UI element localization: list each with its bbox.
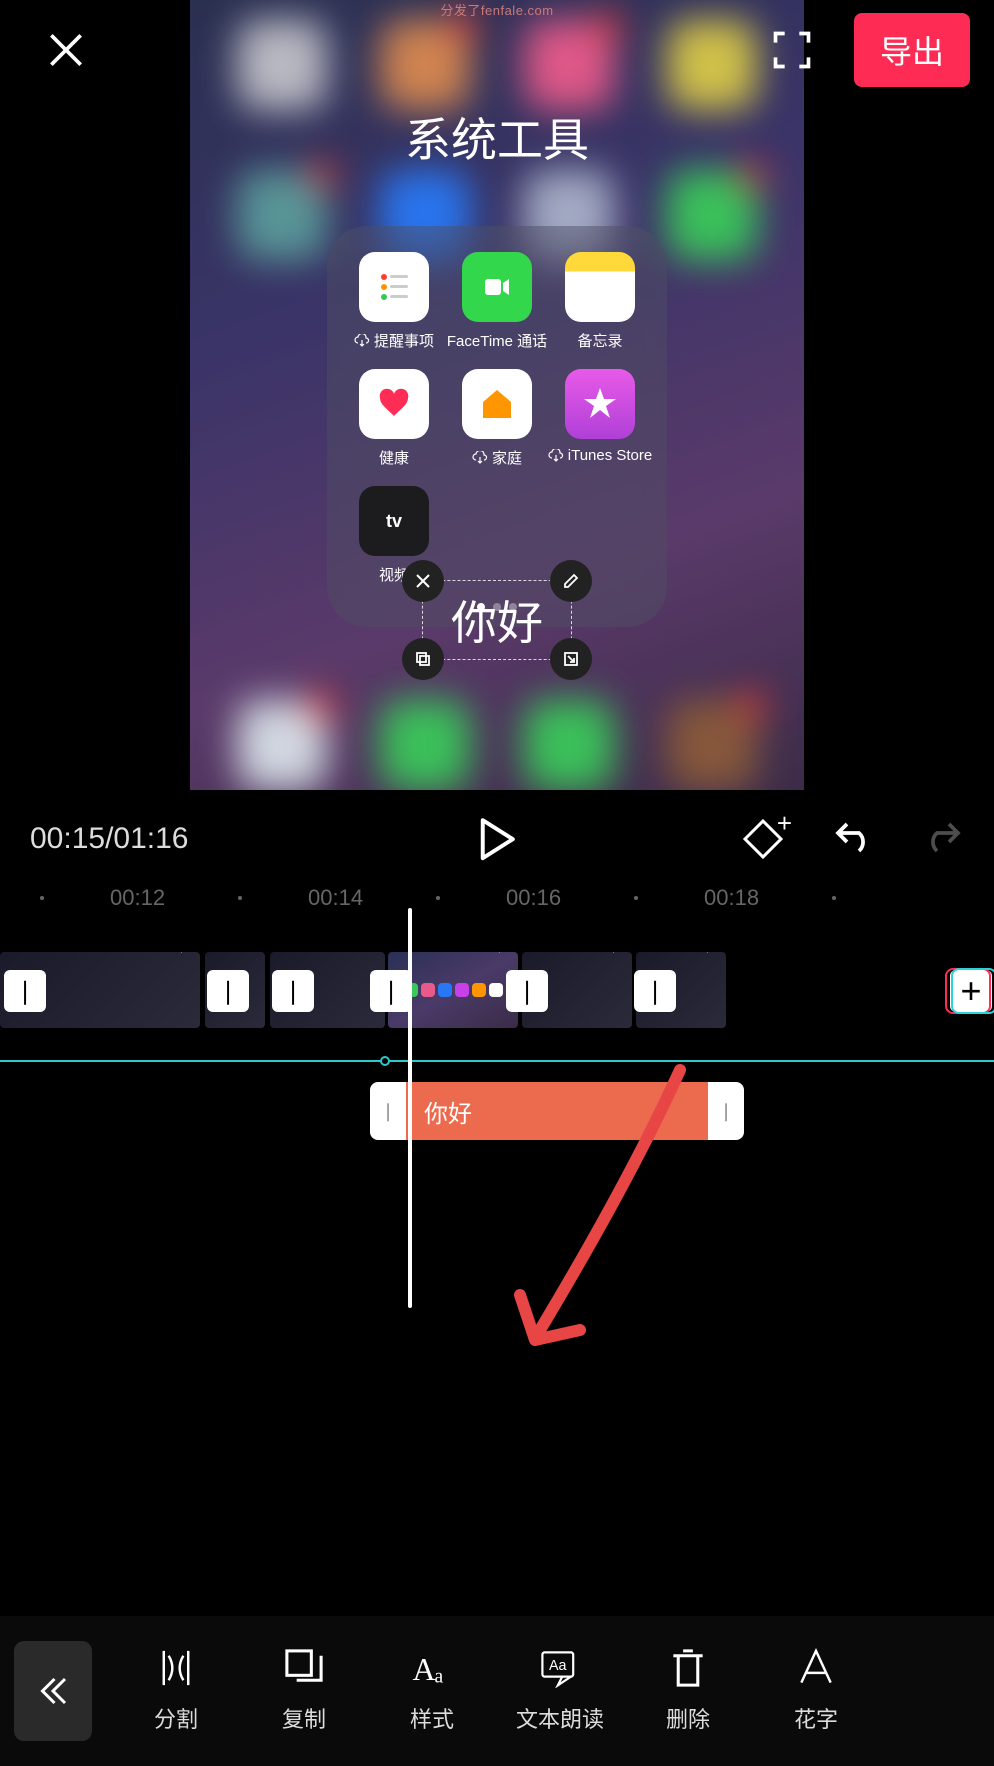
ruler-tick: 00:14 <box>308 885 363 911</box>
app-health: 健康 <box>347 369 441 468</box>
export-button[interactable]: 导出 <box>854 13 970 87</box>
timeline-ruler[interactable]: 00:12 00:14 00:16 00:18 <box>0 880 994 916</box>
keyframe-button[interactable]: + <box>742 818 784 860</box>
text-copy-handle[interactable] <box>402 638 444 680</box>
folder-title: 系统工具 <box>190 104 804 170</box>
tool-fancy-text[interactable]: 花字 <box>752 1648 880 1734</box>
bottom-toolbar: 分割 复制 Aa 样式 Aa 文本朗读 删除 <box>0 1616 994 1766</box>
app-itunes: iTunes Store <box>553 369 647 468</box>
svg-text:a: a <box>434 1667 443 1688</box>
text-overlay-content: 你好 <box>445 587 549 653</box>
transition-button[interactable]: ❘ <box>207 970 249 1012</box>
toolbar-back-button[interactable] <box>14 1641 92 1741</box>
text-clip-selected[interactable]: ❘ 你好 ❘ <box>370 1082 744 1140</box>
tool-tts[interactable]: Aa 文本朗读 <box>496 1648 624 1734</box>
playhead[interactable] <box>408 908 412 1308</box>
transition-button[interactable]: ❘ <box>370 970 412 1012</box>
text-delete-handle[interactable] <box>402 560 444 602</box>
text-scale-handle[interactable] <box>550 638 592 680</box>
copy-icon <box>282 1648 326 1688</box>
tool-copy[interactable]: 复制 <box>240 1648 368 1734</box>
cloud-download-icon <box>354 334 370 348</box>
text-clip-left-handle[interactable]: ❘ <box>370 1082 406 1140</box>
ruler-tick: 00:16 <box>506 885 561 911</box>
playback-controls: 00:15/01:16 + <box>0 804 994 874</box>
video-track[interactable]: ❘ ❘ ❘ ❘ ❘ ❘ + <box>0 952 994 1028</box>
cloud-download-icon <box>548 449 564 463</box>
app-facetime: FaceTime 通话 <box>450 252 544 351</box>
svg-text:A: A <box>412 1652 435 1687</box>
app-reminders: 提醒事项 <box>347 252 441 351</box>
split-icon <box>154 1648 198 1688</box>
add-clip-button[interactable]: + <box>950 970 992 1012</box>
track-marker <box>380 1056 390 1066</box>
mute-icon <box>168 952 196 956</box>
undo-button[interactable] <box>832 818 874 860</box>
app-folder: 提醒事项 FaceTime 通话 备忘录 健康 <box>327 226 667 627</box>
app-home: 家庭 <box>450 369 544 468</box>
text-clip-body[interactable]: 你好 <box>406 1082 708 1140</box>
text-edit-handle[interactable] <box>550 560 592 602</box>
mute-icon <box>486 952 514 956</box>
watermark-text: 分发了fenfale.com <box>440 0 553 19</box>
close-button[interactable] <box>44 28 88 72</box>
time-display: 00:15/01:16 <box>30 822 189 856</box>
tool-split[interactable]: 分割 <box>112 1648 240 1734</box>
transition-button[interactable]: ❘ <box>506 970 548 1012</box>
tool-delete[interactable]: 删除 <box>624 1648 752 1734</box>
text-clip-right-handle[interactable]: ❘ <box>708 1082 744 1140</box>
transition-button[interactable]: ❘ <box>272 970 314 1012</box>
fullscreen-button[interactable] <box>770 28 814 72</box>
tool-style[interactable]: Aa 样式 <box>368 1648 496 1734</box>
mute-icon <box>600 952 628 956</box>
ruler-tick: 00:12 <box>110 885 165 911</box>
transition-button[interactable]: ❘ <box>634 970 676 1012</box>
redo-button[interactable] <box>922 818 964 860</box>
style-icon: Aa <box>410 1648 454 1688</box>
ruler-tick: 00:18 <box>704 885 759 911</box>
text-overlay-selected[interactable]: 你好 <box>422 580 572 660</box>
transition-button[interactable]: ❘ <box>4 970 46 1012</box>
video-preview[interactable]: 系统工具 提醒事项 FaceTime 通话 备忘录 <box>190 0 804 790</box>
fancy-text-icon <box>794 1648 838 1688</box>
mute-icon <box>694 952 722 956</box>
tts-icon: Aa <box>538 1648 582 1688</box>
app-notes: 备忘录 <box>553 252 647 351</box>
play-button[interactable] <box>478 817 516 861</box>
cloud-download-icon <box>472 451 488 465</box>
delete-icon <box>666 1648 710 1688</box>
svg-text:Aa: Aa <box>549 1658 567 1674</box>
track-separator <box>0 1060 994 1062</box>
